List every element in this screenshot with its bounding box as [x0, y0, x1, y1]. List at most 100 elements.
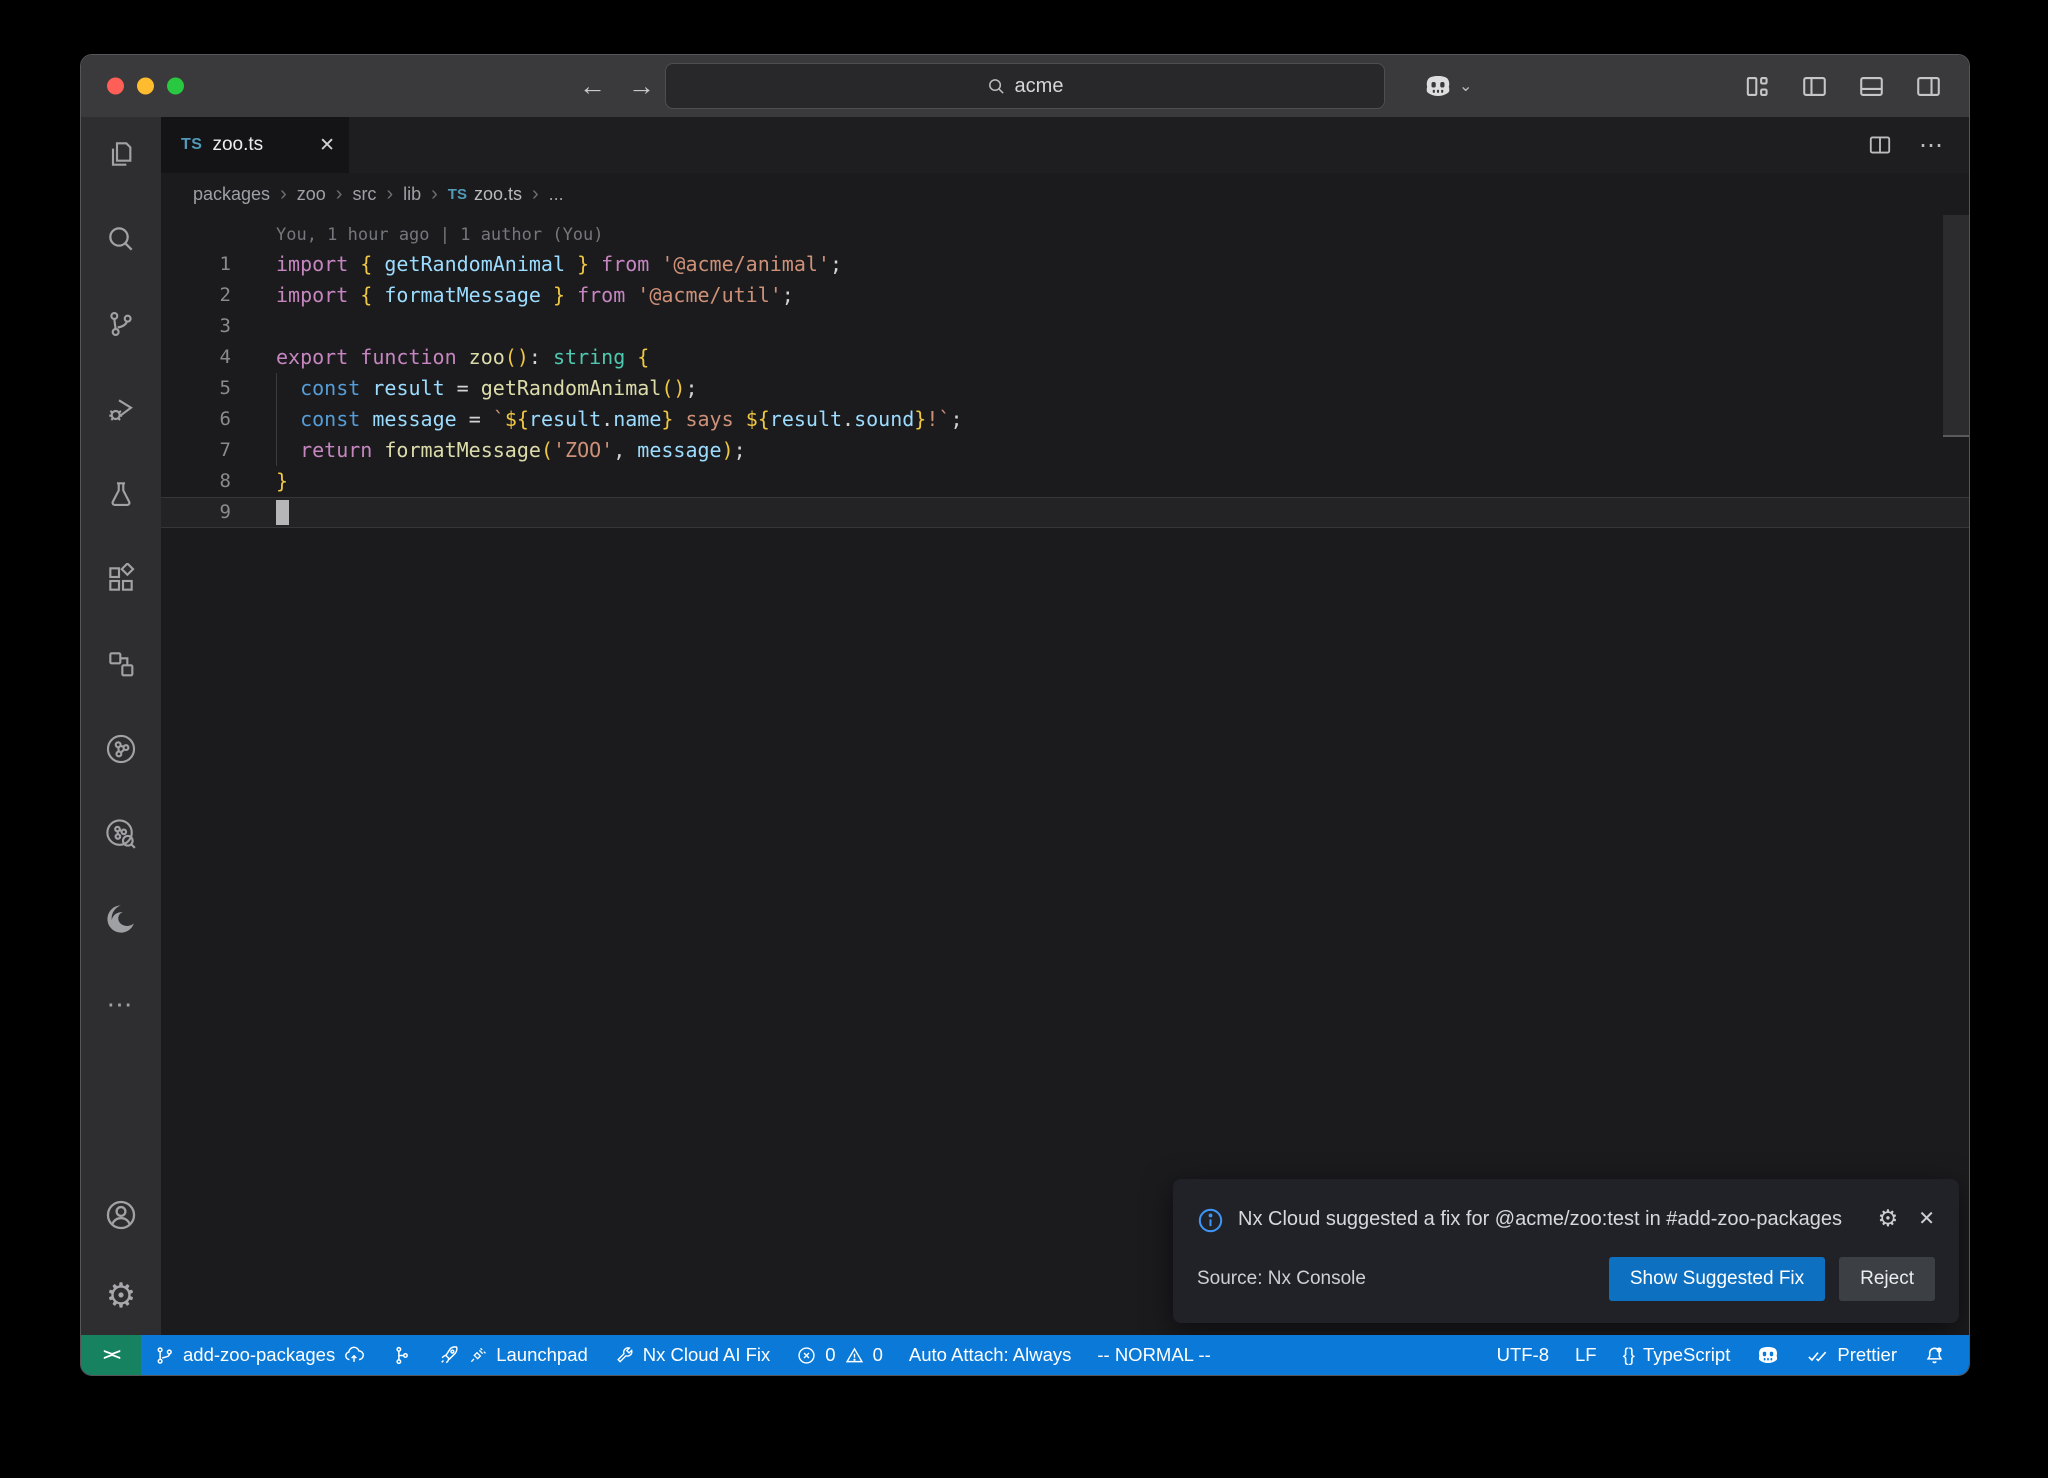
close-tab-icon[interactable]: ✕: [319, 134, 335, 157]
vim-mode-label: -- NORMAL --: [1097, 1344, 1210, 1366]
notification-source: Source: Nx Console: [1197, 1268, 1595, 1290]
breadcrumb-item[interactable]: zoo: [297, 184, 326, 205]
breadcrumb-file-label: zoo.ts: [474, 184, 522, 205]
line-number: 3: [161, 311, 231, 342]
breadcrumb-item[interactable]: src: [352, 184, 376, 205]
breadcrumb: packages › zoo › src › lib › TS zoo.ts ›…: [161, 173, 1969, 215]
git-blame-annotation[interactable]: You, 1 hour ago | 1 author (You): [161, 215, 1969, 249]
code-line[interactable]: 9: [161, 497, 1969, 528]
nx-cloud-fix-item[interactable]: Nx Cloud AI Fix: [601, 1335, 784, 1375]
wrench-icon: [614, 1345, 635, 1366]
code-line[interactable]: 8}: [161, 466, 1969, 497]
rocket-icon: [438, 1344, 460, 1366]
indent-guide: [276, 373, 277, 466]
eol-item[interactable]: LF: [1562, 1335, 1610, 1375]
more-views-icon[interactable]: ⋯: [104, 987, 138, 1021]
toggle-panel-icon[interactable]: [1857, 72, 1886, 101]
title-bar: ← → acme ⌄: [81, 55, 1969, 117]
code-text: import { formatMessage } from '@acme/uti…: [276, 280, 794, 311]
settings-gear-icon[interactable]: ⚙: [104, 1279, 138, 1313]
notification-settings-icon[interactable]: ⚙: [1878, 1205, 1899, 1232]
reject-button[interactable]: Reject: [1839, 1257, 1935, 1301]
nx-cloud-fix-label: Nx Cloud AI Fix: [643, 1344, 771, 1366]
commit-graph-icon: [391, 1345, 412, 1366]
extensions-icon[interactable]: [104, 562, 138, 596]
copilot-status-item[interactable]: [1743, 1335, 1793, 1375]
zoom-window-button[interactable]: [167, 78, 184, 95]
error-count: 0: [825, 1344, 835, 1366]
code-line[interactable]: 5 const result = getRandomAnimal();: [161, 373, 1969, 404]
split-editor-icon[interactable]: [1867, 132, 1893, 158]
traffic-lights: [107, 78, 184, 95]
warning-count: 0: [873, 1344, 883, 1366]
copilot-menu[interactable]: ⌄: [1423, 71, 1472, 101]
breadcrumb-item[interactable]: packages: [193, 184, 270, 205]
nx-console-icon[interactable]: [104, 647, 138, 681]
source-control-graph-item[interactable]: [378, 1335, 425, 1375]
prettier-item[interactable]: Prettier: [1793, 1335, 1910, 1375]
search-value: acme: [1015, 75, 1064, 98]
publish-cloud-icon: [343, 1344, 365, 1366]
more-actions-icon[interactable]: ⋯: [1919, 131, 1945, 160]
tab-label: zoo.ts: [212, 134, 309, 156]
code-editor[interactable]: You, 1 hour ago | 1 author (You) 1import…: [161, 215, 1969, 1335]
tab-zoo-ts[interactable]: TS zoo.ts ✕: [161, 117, 349, 173]
copilot-icon: [1756, 1343, 1780, 1367]
breadcrumb-symbol-more[interactable]: ...: [549, 184, 564, 205]
bell-dot-icon: [1923, 1344, 1946, 1367]
testing-icon[interactable]: [104, 477, 138, 511]
launchpad-status-item[interactable]: Launchpad: [425, 1335, 601, 1375]
code-line[interactable]: 4export function zoo(): string {: [161, 342, 1969, 373]
code-line[interactable]: 2import { formatMessage } from '@acme/ut…: [161, 280, 1969, 311]
code-line[interactable]: 7 return formatMessage('ZOO', message);: [161, 435, 1969, 466]
auto-attach-label: Auto Attach: Always: [909, 1344, 1071, 1366]
chevron-right-icon: ›: [386, 183, 393, 206]
vim-mode-item[interactable]: -- NORMAL --: [1084, 1335, 1223, 1375]
search-icon: [987, 77, 1006, 96]
nx-task-graph-icon[interactable]: [104, 817, 138, 851]
breadcrumb-item[interactable]: lib: [403, 184, 421, 205]
show-suggested-fix-button[interactable]: Show Suggested Fix: [1609, 1257, 1825, 1301]
auto-attach-item[interactable]: Auto Attach: Always: [896, 1335, 1084, 1375]
code-text: export function zoo(): string {: [276, 342, 649, 373]
prettier-label: Prettier: [1837, 1344, 1897, 1366]
explorer-icon[interactable]: [104, 137, 138, 171]
editor-scrollbar[interactable]: [1943, 215, 1969, 1335]
edge-devtools-icon[interactable]: [104, 902, 138, 936]
line-number: 1: [161, 249, 231, 280]
toggle-secondary-sidebar-icon[interactable]: [1914, 72, 1943, 101]
run-debug-icon[interactable]: [104, 392, 138, 426]
code-line[interactable]: 6 const message = `${result.name} says $…: [161, 404, 1969, 435]
customize-layout-icon[interactable]: [1743, 72, 1772, 101]
close-window-button[interactable]: [107, 78, 124, 95]
accounts-icon[interactable]: [104, 1198, 138, 1232]
line-number: 5: [161, 373, 231, 404]
launchpad-label: Launchpad: [496, 1344, 588, 1366]
scrollbar-thumb[interactable]: [1943, 215, 1969, 435]
notification-toast: Nx Cloud suggested a fix for @acme/zoo:t…: [1173, 1179, 1959, 1323]
command-center-search[interactable]: acme: [665, 63, 1385, 109]
copilot-icon: [1423, 71, 1453, 101]
remote-indicator[interactable]: ><: [81, 1335, 141, 1375]
notifications-bell-item[interactable]: [1910, 1335, 1959, 1375]
notification-close-icon[interactable]: ✕: [1918, 1206, 1935, 1231]
branch-status-item[interactable]: add-zoo-packages: [141, 1335, 378, 1375]
history-nav: ← →: [579, 55, 655, 117]
source-control-icon[interactable]: [104, 307, 138, 341]
line-number: 8: [161, 466, 231, 497]
activity-bar: ⋯ ⚙: [81, 117, 161, 1335]
encoding-item[interactable]: UTF-8: [1484, 1335, 1562, 1375]
search-sidebar-icon[interactable]: [104, 222, 138, 256]
code-line[interactable]: 3: [161, 311, 1969, 342]
nx-project-graph-icon[interactable]: [104, 732, 138, 766]
toggle-primary-sidebar-icon[interactable]: [1800, 72, 1829, 101]
forward-icon[interactable]: →: [628, 71, 655, 102]
breadcrumb-file[interactable]: TS zoo.ts: [448, 184, 522, 205]
code-text: [276, 498, 289, 527]
editor-actions: ⋯: [1867, 117, 1969, 173]
code-line[interactable]: 1import { getRandomAnimal } from '@acme/…: [161, 249, 1969, 280]
minimize-window-button[interactable]: [137, 78, 154, 95]
language-mode-item[interactable]: {} TypeScript: [1610, 1335, 1744, 1375]
problems-item[interactable]: 0 0: [783, 1335, 896, 1375]
back-icon[interactable]: ←: [579, 71, 606, 102]
